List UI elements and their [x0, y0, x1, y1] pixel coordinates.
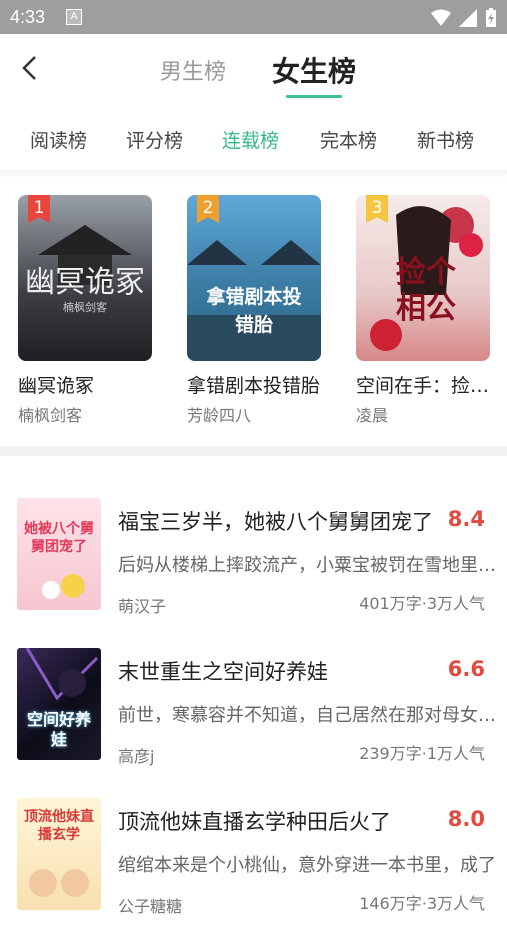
- back-icon[interactable]: [16, 54, 44, 82]
- rank-tab-read[interactable]: 阅读榜: [30, 126, 87, 153]
- book-cover: 空间好养娃: [17, 648, 101, 760]
- book-author: 萌汉子: [118, 597, 167, 616]
- wifi-icon: [431, 9, 451, 26]
- rank-tab-new[interactable]: 新书榜: [417, 126, 474, 153]
- list-item[interactable]: 她被八个舅舅团宠了 福宝三岁半，她被八个舅舅团宠了 8.4 后妈从楼梯上摔跤流产…: [0, 480, 507, 630]
- status-bar: 4:33 A: [0, 0, 507, 34]
- book-author: 高彦j: [118, 747, 155, 766]
- book-author: 公子糖糖: [118, 897, 183, 916]
- book-title: 空间在手：捡个相公来种田: [356, 375, 496, 397]
- top3-section: 幽冥诡冢 楠枫剑客 1 幽冥诡冢 楠枫剑客 拿错剧本投错胎 2 拿错剧本投错胎 …: [0, 195, 507, 435]
- book-title: 幽冥诡冢: [18, 375, 95, 397]
- book-score: 8.4: [447, 507, 485, 531]
- cover-title: 拿错剧本投错胎: [206, 286, 302, 336]
- book-cover: 幽冥诡冢 楠枫剑客 1: [18, 195, 152, 361]
- book-cover: 拿错剧本投错胎 2: [187, 195, 321, 361]
- book-author: 楠枫剑客: [18, 406, 83, 425]
- divider: [0, 170, 507, 178]
- rank-tab-complete[interactable]: 完本榜: [320, 126, 377, 153]
- book-meta: 239万字·1万人气: [359, 744, 485, 763]
- cover-title: 空间好养娃: [26, 710, 91, 749]
- top-book-card[interactable]: 幽冥诡冢 楠枫剑客 1 幽冥诡冢 楠枫剑客: [18, 195, 152, 426]
- top-book-card[interactable]: 拿错剧本投错胎 2 拿错剧本投错胎 芳龄四八: [187, 195, 321, 426]
- book-title: 末世重生之空间好养娃: [118, 660, 328, 684]
- rank-tab-score[interactable]: 评分榜: [126, 126, 183, 153]
- book-desc: 前世，寒慕容并不知道，自己居然在那对母女手中: [118, 705, 506, 726]
- rank-tab-serial[interactable]: 连载榜: [222, 126, 279, 153]
- notification-icon: A: [66, 9, 82, 25]
- book-title: 福宝三岁半，她被八个舅舅团宠了: [118, 510, 433, 534]
- list-item[interactable]: 顶流他妹直播玄学 顶流他妹直播玄学种田后火了 8.0 绾绾本来是个小桃仙，意外穿…: [0, 780, 507, 930]
- book-desc: 绾绾本来是个小桃仙，意外穿进一本书里，成了: [118, 855, 496, 876]
- cover-title: 捡个相公: [396, 255, 456, 326]
- signal-icon: [459, 9, 477, 27]
- book-cover: 顶流他妹直播玄学: [17, 798, 101, 910]
- book-title: 拿错剧本投错胎: [187, 375, 321, 397]
- book-desc: 后妈从楼梯上摔跤流产，小粟宝被罚在雪地里跪着: [118, 555, 506, 576]
- header: 男生榜 女生榜: [0, 34, 507, 106]
- book-meta: 146万字·3万人气: [359, 894, 485, 913]
- battery-icon: [486, 8, 496, 27]
- rank-tabs: 阅读榜 评分榜 连载榜 完本榜 新书榜: [0, 110, 507, 168]
- cover-art: [29, 869, 89, 897]
- status-icons: [431, 8, 497, 28]
- book-score: 8.0: [447, 807, 485, 831]
- tab-indicator: [286, 95, 342, 98]
- tab-female-rank[interactable]: 女生榜: [272, 50, 356, 90]
- cover-art: [42, 574, 85, 599]
- book-author: 凌晨: [356, 406, 389, 425]
- cover-title: 幽冥诡冢: [25, 265, 145, 300]
- book-cover: 捡个相公 3: [356, 195, 490, 361]
- top-book-card[interactable]: 捡个相公 3 空间在手：捡个相公来种田 凌晨: [356, 195, 496, 426]
- section-divider: [0, 446, 507, 456]
- status-time: 4:33: [10, 7, 46, 27]
- book-author: 芳龄四八: [187, 406, 252, 425]
- book-title: 顶流他妹直播玄学种田后火了: [118, 810, 391, 834]
- book-cover: 她被八个舅舅团宠了: [17, 498, 101, 610]
- list-item[interactable]: 空间好养娃 末世重生之空间好养娃 6.6 前世，寒慕容并不知道，自己居然在那对母…: [0, 630, 507, 780]
- book-meta: 401万字·3万人气: [359, 594, 485, 613]
- tab-male-rank[interactable]: 男生榜: [160, 54, 226, 86]
- cover-author: 楠枫剑客: [63, 301, 107, 314]
- book-score: 6.6: [447, 657, 485, 681]
